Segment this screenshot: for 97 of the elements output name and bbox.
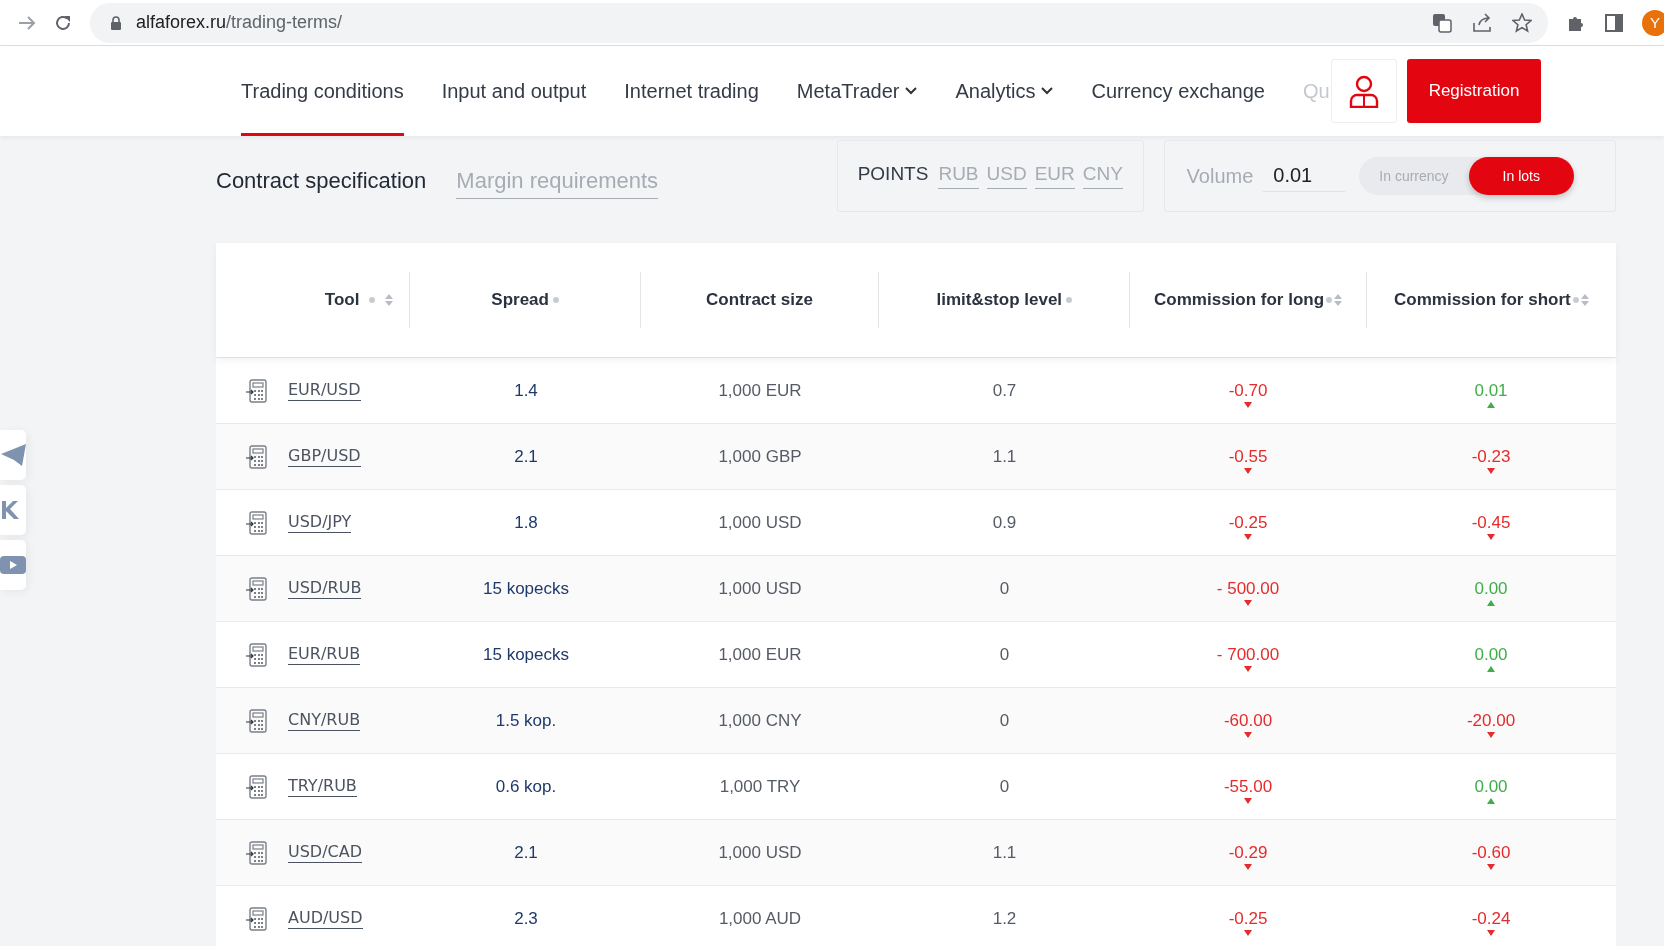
calculator-icon[interactable] [246,444,268,469]
commission-value: -0.29 [1228,843,1268,863]
table-cell: 0 [999,776,1010,797]
forward-icon[interactable] [18,14,36,31]
table-cell: 1,000 EUR [718,644,802,665]
address-bar[interactable]: alfaforex.ru/trading-terms/ [90,2,1548,43]
table-cell: 1.4 [514,380,538,401]
url-text: alfaforex.ru/trading-terms/ [136,12,344,33]
mode-toggle[interactable]: In currency In lots [1359,157,1574,195]
commission-value: -20.00 [1466,711,1516,731]
toggle-option[interactable]: In lots [1468,157,1574,195]
nav-link[interactable]: Currency exchange [1091,49,1265,136]
tab[interactable]: Contract specification [216,167,427,199]
table-cell: 0 [999,710,1010,731]
star-icon[interactable] [1512,12,1532,33]
column-header[interactable]: Spread [491,290,549,310]
commission-value: 0.01 [1474,381,1508,401]
column-header[interactable]: Tool [324,290,360,310]
table-cell: 0 [999,644,1010,665]
calculator-icon[interactable] [246,510,268,535]
table-cell: 0 [999,578,1010,599]
commission-value: 0.00 [1474,777,1508,797]
table-cell: 1.5 kop. [495,710,557,731]
commission-value: -0.25 [1228,909,1268,929]
account-button[interactable] [1331,59,1397,123]
commission-value: -0.24 [1471,909,1511,929]
nav-link[interactable]: Input and output [441,49,587,136]
table-cell: 1,000 USD [718,842,802,863]
table-cell: 1,000 USD [718,578,802,599]
calculator-icon[interactable] [246,378,268,403]
social-button[interactable] [0,430,26,480]
table-cell: 2.3 [514,908,538,929]
instrument-link[interactable]: AUD/USD [288,908,363,929]
registration-button[interactable]: Registration [1407,59,1541,123]
calculator-icon[interactable] [246,576,268,601]
commission-value: 0.00 [1474,579,1508,599]
commission-value: -0.25 [1228,513,1268,533]
commission-value: -0.70 [1228,381,1268,401]
calculator-icon[interactable] [246,774,268,799]
table-cell: 1.1 [992,842,1017,863]
commission-value: - 500.00 [1216,579,1280,599]
nav-link[interactable]: Trading conditions [241,49,404,136]
telegram-icon [0,442,26,468]
table-cell: 0.6 kop. [495,776,557,797]
volume-field[interactable]: 0.01 [1263,160,1346,192]
commission-value: -60.00 [1223,711,1273,731]
table-cell: 1,000 GBP [718,446,802,467]
sidebar-icon[interactable] [1604,12,1624,33]
calculator-icon[interactable] [246,708,268,733]
commission-value: -0.23 [1471,447,1511,467]
column-header[interactable]: Contract size [706,290,813,310]
nav-link[interactable]: Analytics [955,49,1054,136]
instrument-link[interactable]: TRY/RUB [288,776,357,797]
table-cell: 1,000 AUD [718,908,802,929]
table-cell: 0.7 [992,380,1017,401]
volume-label: Volume [1186,164,1254,188]
calculator-icon[interactable] [246,840,268,865]
column-header[interactable]: limit&stop level [936,290,1063,310]
commission-value: 0.00 [1474,645,1508,665]
column-header[interactable]: Commission for short [1394,290,1571,310]
share-icon[interactable] [1472,12,1492,33]
commission-value: -55.00 [1223,777,1273,797]
calculator-icon[interactable] [246,642,268,667]
table-cell: 1,000 CNY [718,710,802,731]
table-cell: 2.1 [514,842,538,863]
column-header[interactable]: Commission for long [1154,290,1325,310]
social-button[interactable] [0,485,26,535]
unit-option[interactable]: POINTS [857,163,929,189]
social-button[interactable] [0,540,26,590]
commission-value: -0.45 [1471,513,1511,533]
commission-value: - 700.00 [1216,645,1280,665]
table-cell: 1,000 EUR [718,380,802,401]
reload-icon[interactable] [54,13,72,32]
table-cell: 1.8 [514,512,538,533]
table-cell: 1,000 TRY [719,776,801,797]
table-cell: 1.1 [992,446,1017,467]
table-cell: 1.2 [992,908,1017,929]
user-icon [1348,74,1380,108]
instrument-link[interactable]: USD/RUB [288,578,362,599]
instrument-link[interactable]: GBP/USD [288,446,361,467]
lock-icon [110,15,122,30]
commission-value: -0.60 [1471,843,1511,863]
translate-icon[interactable] [1432,12,1452,33]
commission-value: -0.55 [1228,447,1268,467]
nav-link[interactable]: MetaTrader [796,49,918,136]
table-cell: 15 kopecks [483,644,569,665]
table-cell: 2.1 [514,446,538,467]
instrument-link[interactable]: USD/CAD [288,842,362,863]
calculator-icon[interactable] [246,906,268,931]
table-cell: 1,000 USD [718,512,802,533]
instrument-link[interactable]: USD/JPY [288,512,352,533]
table-cell: 0.9 [992,512,1017,533]
table-cell: 15 kopecks [483,578,569,599]
nav-link[interactable]: Internet trading [624,49,759,136]
instrument-link[interactable]: EUR/USD [288,380,361,401]
instrument-link[interactable]: EUR/RUB [288,644,361,665]
instrument-link[interactable]: CNY/RUB [288,710,361,731]
